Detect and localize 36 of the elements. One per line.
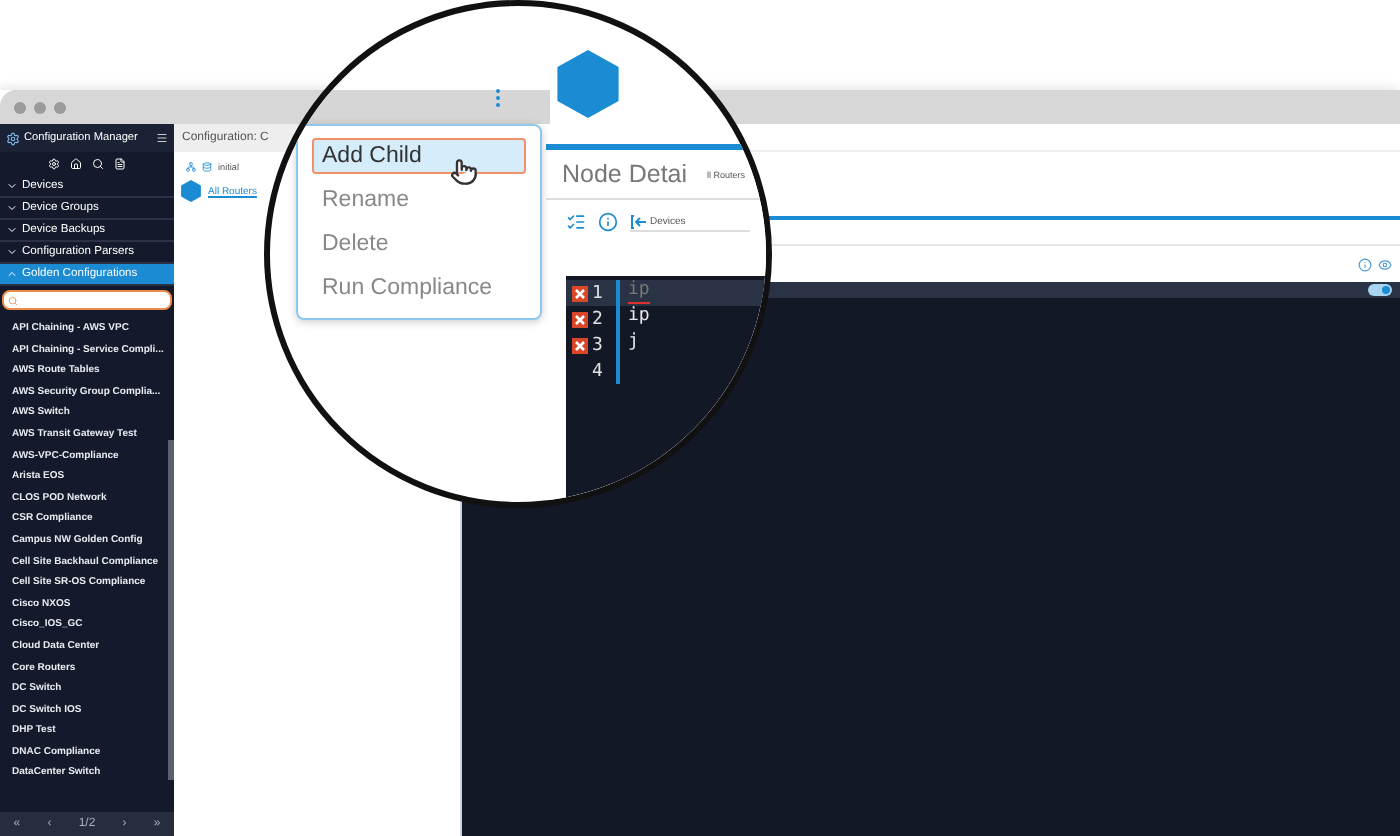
app-logo-icon	[6, 131, 20, 145]
code-text: j	[628, 334, 639, 356]
menu-icon[interactable]	[156, 132, 168, 144]
hand-cursor-icon	[450, 158, 478, 186]
search-icon	[8, 295, 18, 305]
window-dot[interactable]	[34, 101, 46, 113]
document-icon[interactable]	[114, 158, 126, 170]
search-icon[interactable]	[92, 158, 104, 170]
checklist-icon[interactable]	[566, 212, 586, 232]
panel-title: Node Detai	[562, 160, 688, 188]
database-icon	[202, 162, 212, 172]
info-icon[interactable]	[598, 212, 618, 232]
line-number: 1	[592, 283, 603, 303]
window-dot[interactable]	[14, 101, 26, 113]
code-text: ip	[628, 308, 650, 330]
code-text: ip	[628, 282, 650, 304]
info-icon[interactable]	[1358, 257, 1372, 271]
home-icon[interactable]	[70, 158, 82, 170]
window-dot[interactable]	[54, 101, 66, 113]
hierarchy-icon	[186, 162, 196, 172]
menu-item[interactable]: Rename	[312, 182, 526, 218]
menu-item[interactable]: Run Compliance	[312, 270, 526, 306]
hexagon-icon	[554, 50, 622, 118]
menu-item[interactable]: Add Child	[312, 138, 526, 174]
toggle-switch[interactable]	[1368, 284, 1392, 296]
settings-icon[interactable]	[48, 158, 60, 170]
scrollbar[interactable]	[168, 440, 174, 780]
line-number: 3	[592, 335, 603, 355]
collapse-arrow-icon	[630, 213, 648, 229]
eye-icon[interactable]	[1378, 257, 1392, 271]
search-field[interactable]	[2, 290, 172, 310]
menu-item[interactable]: Delete	[312, 226, 526, 262]
chevron-up-icon	[6, 268, 18, 280]
hexagon-icon	[180, 180, 202, 202]
line-number: 4	[592, 361, 603, 381]
line-number: 2	[592, 309, 603, 329]
